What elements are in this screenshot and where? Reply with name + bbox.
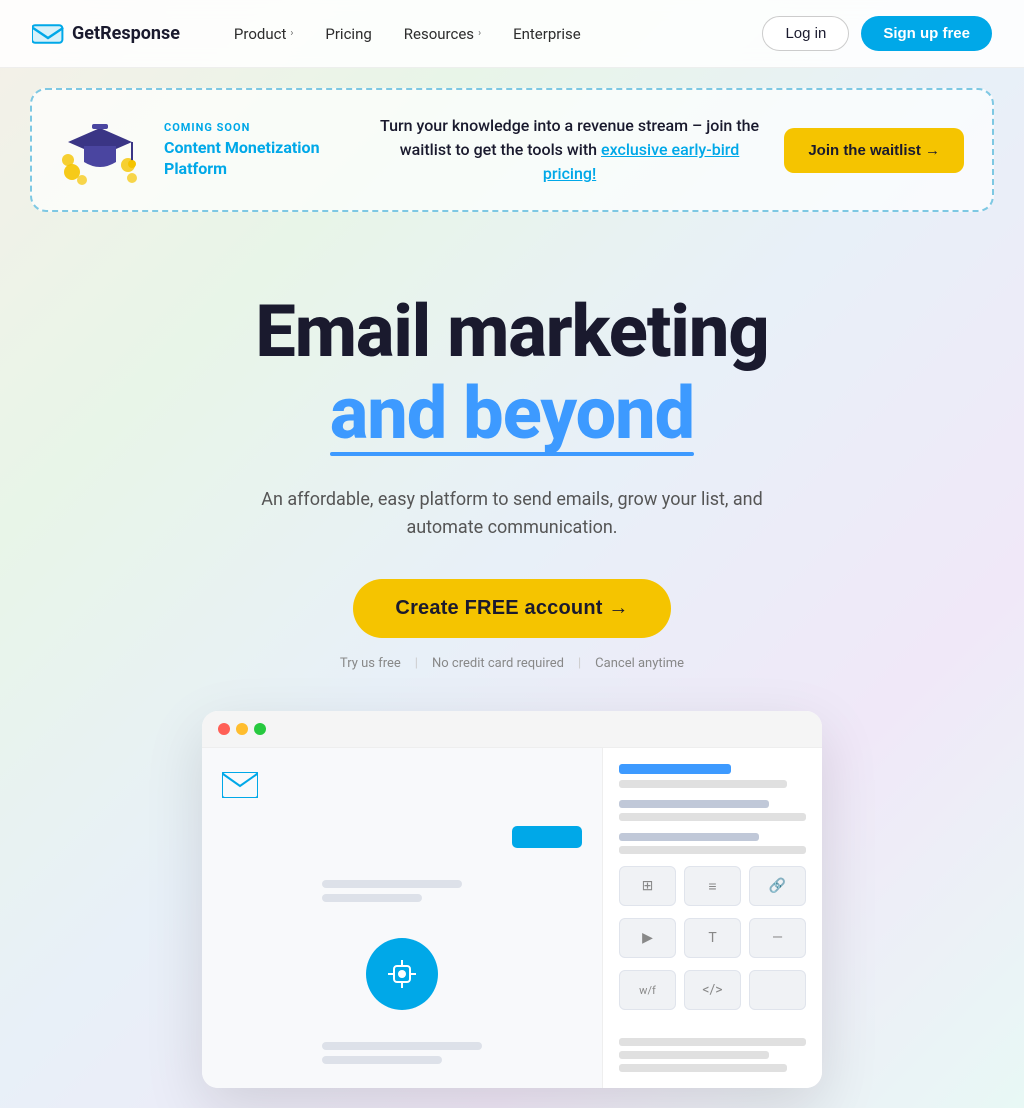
ai-chip-icon xyxy=(366,938,438,1010)
editor-canvas xyxy=(202,748,602,1088)
window-expand-dot xyxy=(254,723,266,735)
banner-illustration xyxy=(60,110,140,190)
panel-title-bar xyxy=(619,764,731,774)
separator-1: | xyxy=(415,656,418,671)
panel-divider-icon: — xyxy=(749,918,806,958)
panel-icon-grid-3: w/f </> xyxy=(619,970,806,1010)
grad-cap-icon xyxy=(60,110,140,190)
waitlist-button[interactable]: Join the waitlist → xyxy=(784,128,964,173)
resources-chevron-icon: › xyxy=(478,28,481,39)
editor-bottom-lines xyxy=(322,1042,482,1064)
login-button[interactable]: Log in xyxy=(762,16,849,51)
email-icon xyxy=(222,772,258,798)
panel-empty-icon xyxy=(749,970,806,1010)
screenshot-body: ⊞ ≡ 🔗 ▶ T — w/f </> xyxy=(202,748,822,1088)
panel-image-icon: ⊞ xyxy=(619,866,676,906)
nav-product[interactable]: Product › xyxy=(220,17,307,51)
panel-code-icon: </> xyxy=(684,970,741,1010)
window-minimize-dot xyxy=(236,723,248,735)
coming-soon-label: COMING SOON xyxy=(164,121,355,134)
panel-social-icon: w/f xyxy=(619,970,676,1010)
hero-section: Email marketing and beyond An affordable… xyxy=(0,232,1024,1108)
panel-header xyxy=(619,764,806,788)
editor-content-lines xyxy=(322,880,482,902)
signup-button[interactable]: Sign up free xyxy=(861,16,992,51)
panel-sub-bar xyxy=(619,780,787,788)
panel-format-icon: T xyxy=(684,918,741,958)
nav-enterprise[interactable]: Enterprise xyxy=(499,17,595,51)
panel-icon-grid-2: ▶ T — xyxy=(619,918,806,958)
screenshot-titlebar xyxy=(202,711,822,748)
hero-title-main: Email marketing xyxy=(255,289,768,374)
hero-subtitle: An affordable, easy platform to send ema… xyxy=(252,486,772,544)
logo-icon xyxy=(32,22,64,46)
panel-icon-grid-1: ⊞ ≡ 🔗 xyxy=(619,866,806,906)
nav-links: Product › Pricing Resources › Enterprise xyxy=(220,17,763,51)
product-screenshot: ⊞ ≡ 🔗 ▶ T — w/f </> xyxy=(202,711,822,1088)
panel-footer xyxy=(619,1038,806,1072)
hero-trust-indicators: Try us free | No credit card required | … xyxy=(40,656,984,671)
banner-description: Turn your knowledge into a revenue strea… xyxy=(379,114,761,186)
banner-text: COMING SOON Content Monetization Platfor… xyxy=(164,121,355,180)
separator-2: | xyxy=(578,656,581,671)
product-chevron-icon: › xyxy=(290,28,293,39)
trust-item-3: Cancel anytime xyxy=(595,656,684,671)
window-close-dot xyxy=(218,723,230,735)
nav-pricing[interactable]: Pricing xyxy=(311,17,385,51)
panel-video-icon: ▶ xyxy=(619,918,676,958)
editor-properties-panel: ⊞ ≡ 🔗 ▶ T — w/f </> xyxy=(602,748,822,1088)
panel-section-2 xyxy=(619,833,806,854)
promo-banner: COMING SOON Content Monetization Platfor… xyxy=(30,88,994,212)
hero-title-sub: and beyond xyxy=(330,371,694,457)
trust-item-2: No credit card required xyxy=(432,656,564,671)
panel-text-icon: ≡ xyxy=(684,866,741,906)
nav-resources[interactable]: Resources › xyxy=(390,17,495,51)
nav-actions: Log in Sign up free xyxy=(762,16,992,51)
panel-link-icon: 🔗 xyxy=(749,866,806,906)
logo-text: GetResponse xyxy=(72,23,180,44)
platform-name: Content Monetization Platform xyxy=(164,138,355,180)
create-account-button[interactable]: Create FREE account → xyxy=(353,579,670,638)
navigation: GetResponse Product › Pricing Resources … xyxy=(0,0,1024,68)
hero-title: Email marketing and beyond xyxy=(40,292,984,458)
logo-link[interactable]: GetResponse xyxy=(32,22,180,46)
trust-item-1: Try us free xyxy=(340,656,401,671)
panel-section-1 xyxy=(619,800,806,821)
